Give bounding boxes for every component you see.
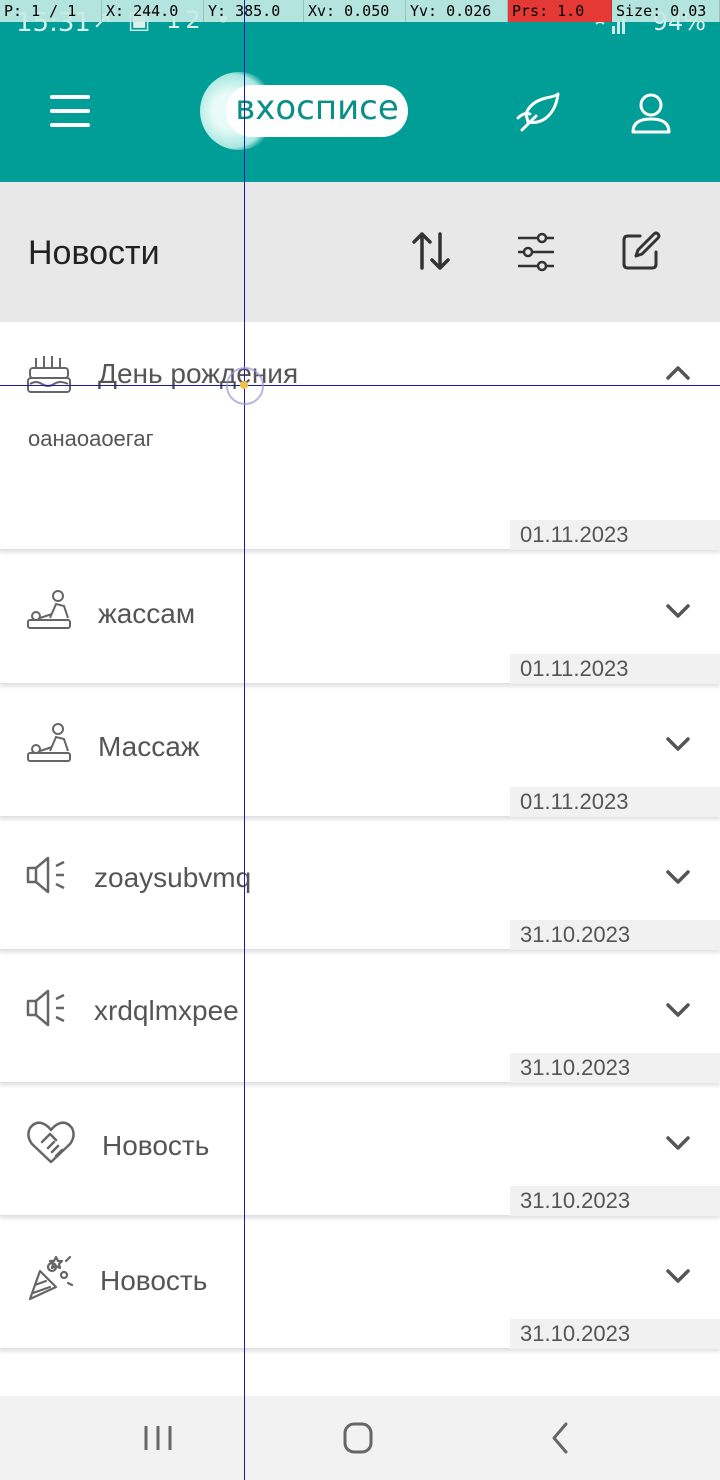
news-card[interactable]: Новость 31.10.2023 bbox=[0, 1227, 720, 1349]
section-header: Новости bbox=[0, 182, 720, 322]
chevron-down-icon[interactable] bbox=[664, 1001, 692, 1021]
massage-icon bbox=[27, 723, 71, 762]
home-icon[interactable] bbox=[336, 1418, 380, 1458]
news-date: 01.11.2023 bbox=[510, 520, 720, 550]
news-title: xrdqlmxpee bbox=[94, 995, 239, 1026]
news-card[interactable]: xrdqlmxpee 31.10.2023 bbox=[0, 961, 720, 1083]
debug-yv: Yv: 0.026 bbox=[406, 0, 508, 22]
news-title: Новость bbox=[102, 1130, 210, 1161]
news-date: 31.10.2023 bbox=[510, 1053, 720, 1083]
news-title: День рождения bbox=[98, 358, 299, 389]
news-title: Новость bbox=[100, 1265, 208, 1296]
debug-pointer-count: P: 1 / 1 bbox=[0, 0, 102, 22]
edit-icon[interactable] bbox=[620, 230, 662, 272]
news-card[interactable]: День рождения оанаоаоегаг 01.11.2023 bbox=[0, 322, 720, 550]
news-card[interactable]: zoaysubvmq 31.10.2023 bbox=[0, 828, 720, 950]
debug-pressure: Prs: 1.0 bbox=[508, 0, 612, 22]
chevron-down-icon[interactable] bbox=[664, 1267, 692, 1287]
news-card[interactable]: Массаж 01.11.2023 bbox=[0, 695, 720, 817]
news-title: жассам bbox=[98, 598, 196, 629]
feather-icon[interactable] bbox=[516, 92, 562, 136]
news-title: zoaysubvmq bbox=[94, 862, 252, 893]
profile-icon[interactable] bbox=[630, 92, 672, 136]
news-date: 31.10.2023 bbox=[510, 1186, 720, 1216]
birthday-cake-icon bbox=[27, 356, 71, 393]
news-card[interactable]: жассам 01.11.2023 bbox=[0, 562, 720, 684]
system-nav-bar bbox=[0, 1396, 720, 1480]
chevron-down-icon[interactable] bbox=[664, 868, 692, 888]
pointer-debug-bar: P: 1 / 1 X: 244.0 Y: 385.0 Xv: 0.050 Yv:… bbox=[0, 0, 720, 22]
megaphone-icon bbox=[26, 856, 65, 894]
chevron-down-icon[interactable] bbox=[664, 1134, 692, 1154]
app-logo[interactable]: вхосписе bbox=[200, 72, 410, 152]
recent-apps-icon[interactable] bbox=[136, 1418, 180, 1458]
logo-text: вхосписе bbox=[235, 88, 399, 128]
heart-handshake-icon bbox=[27, 1121, 75, 1164]
news-title: Массаж bbox=[98, 731, 200, 762]
filter-sliders-icon[interactable] bbox=[514, 232, 558, 272]
news-card[interactable]: Новость 31.10.2023 bbox=[0, 1094, 720, 1216]
back-icon[interactable] bbox=[538, 1418, 582, 1458]
debug-size: Size: 0.03 bbox=[612, 0, 720, 22]
news-date: 31.10.2023 bbox=[510, 920, 720, 950]
news-date: 01.11.2023 bbox=[510, 787, 720, 817]
debug-y: Y: 385.0 bbox=[204, 0, 304, 22]
chevron-up-icon[interactable] bbox=[664, 362, 692, 382]
app-bar: 15:31 ↗ ▣ 12 • 94% вхосписе bbox=[0, 0, 720, 182]
news-date: 31.10.2023 bbox=[510, 1319, 720, 1349]
menu-button[interactable] bbox=[50, 95, 92, 129]
debug-xv: Xv: 0.050 bbox=[304, 0, 406, 22]
chevron-down-icon[interactable] bbox=[664, 735, 692, 755]
massage-icon bbox=[27, 590, 71, 629]
news-body: оанаоаоегаг bbox=[28, 426, 154, 451]
news-date: 01.11.2023 bbox=[510, 654, 720, 684]
debug-x: X: 244.0 bbox=[102, 0, 204, 22]
page-title: Новости bbox=[28, 234, 160, 272]
megaphone-icon bbox=[26, 989, 65, 1027]
party-popper-icon bbox=[28, 1255, 74, 1301]
sort-icon[interactable] bbox=[410, 230, 452, 272]
chevron-down-icon[interactable] bbox=[664, 602, 692, 622]
